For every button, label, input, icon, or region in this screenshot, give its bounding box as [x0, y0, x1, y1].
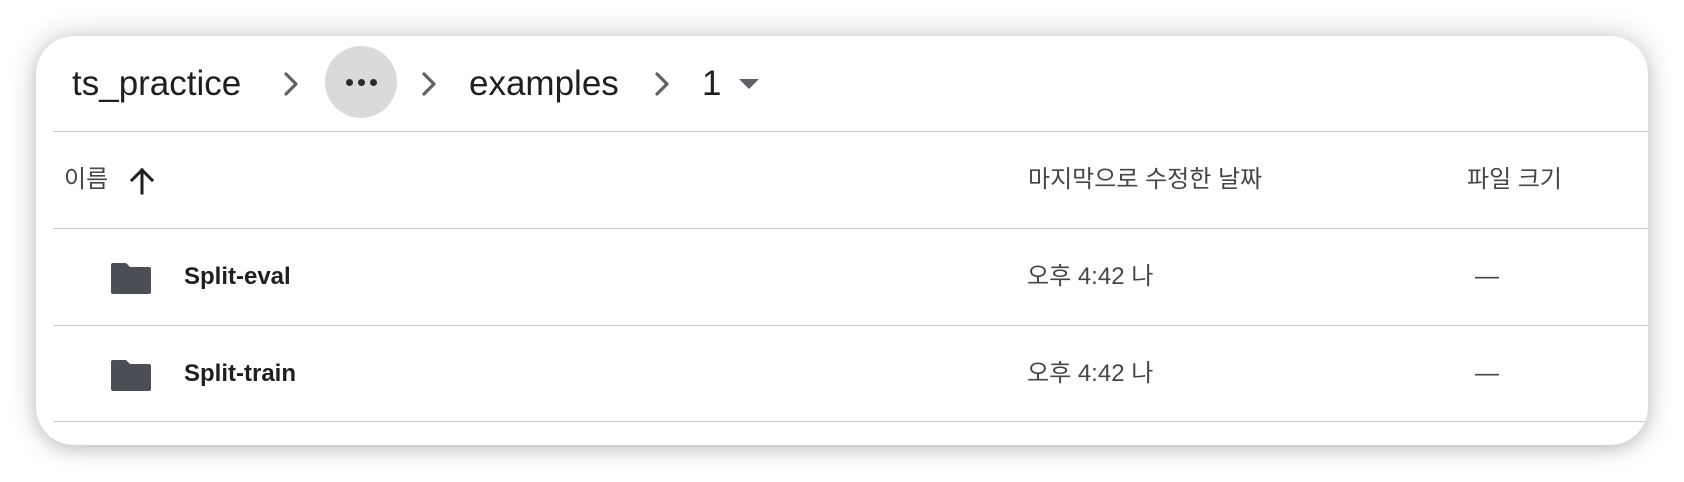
more-horiz-icon-dot [358, 79, 365, 86]
breadcrumb-item-root[interactable]: ts_practice [72, 36, 241, 131]
table-header: 이름 마지막으로 수정한 날짜 파일 크기 [54, 132, 1648, 228]
column-header-size[interactable]: 파일 크기 [1467, 132, 1562, 228]
chevron-right-icon [418, 66, 442, 102]
column-header-modified[interactable]: 마지막으로 수정한 날짜 [1028, 132, 1262, 228]
file-browser-card: ts_practice examples 1 이름 마지막으로 수정한 날짜 파… [36, 36, 1648, 445]
chevron-right-icon [651, 66, 675, 102]
file-size: — [1475, 360, 1499, 387]
file-modified: 오후 4:42 나 [1027, 263, 1154, 290]
breadcrumb-overflow-button[interactable] [325, 46, 397, 118]
page-backdrop: ts_practice examples 1 이름 마지막으로 수정한 날짜 파… [0, 0, 1684, 482]
more-horiz-icon [346, 79, 353, 86]
arrow-upward-icon[interactable] [128, 166, 156, 196]
chevron-right-icon [280, 66, 304, 102]
file-size: — [1475, 263, 1499, 290]
breadcrumb-item-examples[interactable]: examples [469, 36, 619, 131]
divider [54, 421, 1648, 422]
folder-icon [110, 358, 152, 392]
breadcrumb: ts_practice examples 1 [36, 36, 1648, 131]
table-row[interactable]: Split-train 오후 4:42 나 — [54, 326, 1648, 422]
more-horiz-icon-dot [370, 79, 377, 86]
table-row[interactable]: Split-eval 오후 4:42 나 — [54, 229, 1648, 325]
folder-icon [110, 261, 152, 295]
column-header-name[interactable]: 이름 [64, 132, 108, 228]
file-modified: 오후 4:42 나 [1027, 360, 1154, 387]
breadcrumb-item-current[interactable]: 1 [702, 36, 721, 131]
file-name: Split-eval [184, 263, 291, 290]
arrow-drop-down-icon[interactable] [737, 76, 761, 92]
file-name: Split-train [184, 360, 296, 387]
